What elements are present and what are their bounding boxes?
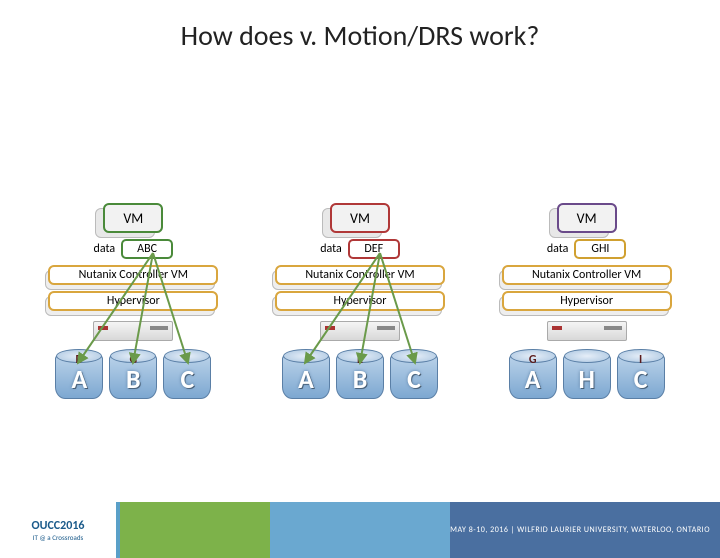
disk-0: GA [509, 353, 557, 399]
disk-2: C [163, 353, 211, 399]
disk-2: C [390, 353, 438, 399]
server-icon [93, 321, 173, 341]
disk-row: GAHIC [509, 353, 665, 399]
data-value-box: GHI [574, 239, 626, 259]
footer-strip: MAY 8-10, 2016 | WILFRID LAURIER UNIVERS… [120, 502, 720, 558]
disk-1: EB [336, 353, 384, 399]
disk-big-label: B [336, 363, 384, 395]
node-2: VM data GHI Nutanix Controller VM Hypervisor… [492, 203, 682, 399]
disk-0: DA [55, 353, 103, 399]
nutanix-controller-bar: Nutanix Controller VM [502, 265, 672, 285]
data-value-box: DEF [348, 239, 400, 259]
data-value-box: ABC [121, 239, 173, 259]
server-icon [547, 321, 627, 341]
disk-big-label: C [390, 363, 438, 395]
disk-2: IC [617, 353, 665, 399]
logo-line2: IT @ a Crossroads [32, 533, 85, 542]
footer: OUCC2016 IT @ a Crossroads MAY 8-10, 201… [0, 502, 720, 558]
disk-big-label: C [617, 363, 665, 395]
vm-box: VM [557, 203, 617, 233]
disk-big-label: B [109, 363, 157, 395]
conference-logo: OUCC2016 IT @ a Crossroads [0, 502, 120, 558]
disk-big-label: A [55, 363, 103, 395]
disk-row: AEBC [282, 353, 438, 399]
disk-big-label: A [509, 363, 557, 395]
vm-box: VM [330, 203, 390, 233]
nutanix-controller-bar: Nutanix Controller VM [48, 265, 218, 285]
data-label: data [320, 242, 342, 256]
node-0: VM data ABC Nutanix Controller VM Hypervisor… [38, 203, 228, 399]
hypervisor-bar: Hypervisor [502, 291, 672, 311]
data-label: data [547, 242, 569, 256]
data-row: data DEF [320, 239, 400, 259]
nodes-row: VMdataABCNutanix Controller VMHypervisor… [0, 203, 720, 399]
nutanix-controller-bar: Nutanix Controller VM [275, 265, 445, 285]
hypervisor-bar: Hypervisor [275, 291, 445, 311]
node-1: VM data DEF Nutanix Controller VM Hypervisor… [265, 203, 455, 399]
vm-box: VM [103, 203, 163, 233]
data-label: data [94, 242, 116, 256]
slide-title: How does v. Motion/DRS work? [0, 18, 720, 53]
disk-1: H [563, 353, 611, 399]
footer-text: MAY 8-10, 2016 | WILFRID LAURIER UNIVERS… [450, 525, 710, 535]
disk-1: GB [109, 353, 157, 399]
disk-0: A [282, 353, 330, 399]
disk-big-label: C [163, 363, 211, 395]
disk-row: DAGBC [55, 353, 211, 399]
disk-big-label: A [282, 363, 330, 395]
data-row: data GHI [547, 239, 627, 259]
data-row: data ABC [94, 239, 174, 259]
server-icon [320, 321, 400, 341]
disk-big-label: H [563, 363, 611, 395]
hypervisor-bar: Hypervisor [48, 291, 218, 311]
logo-line1: OUCC2016 [32, 519, 85, 533]
